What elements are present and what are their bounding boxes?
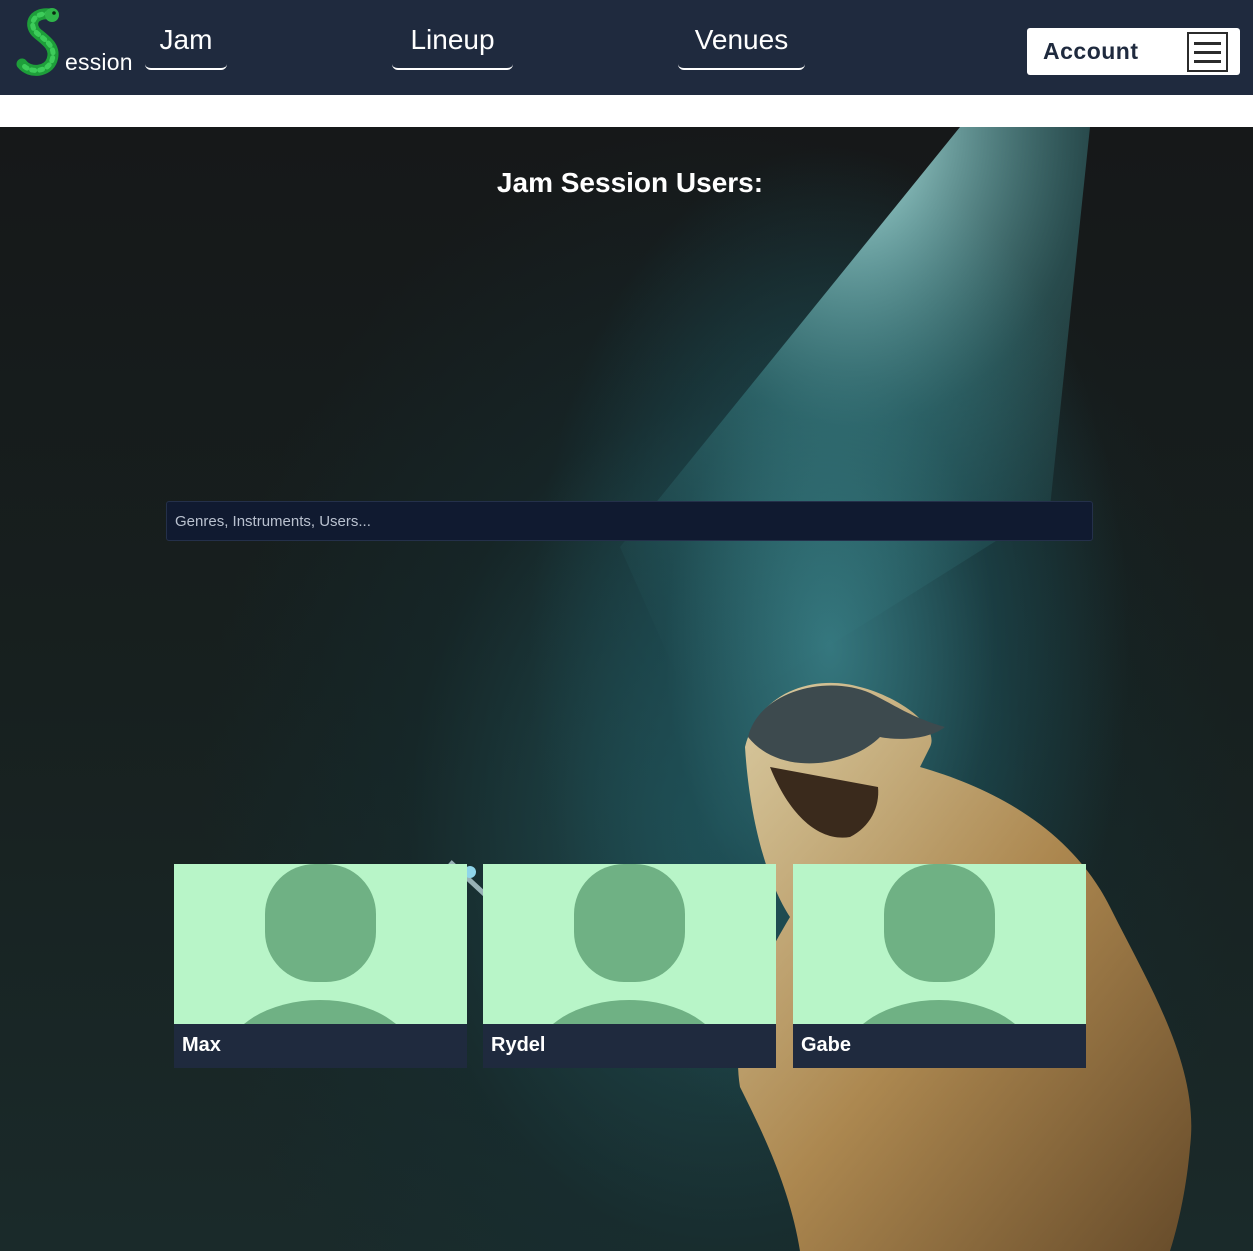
account-label[interactable]: Account: [1043, 38, 1139, 65]
user-name: Max: [182, 1034, 221, 1056]
default-avatar-icon: [483, 864, 776, 1024]
nav-link-lineup[interactable]: Lineup: [392, 22, 513, 70]
page-title: Jam Session Users:: [496, 167, 764, 198]
concert-guitarist-background-image: [448, 127, 1192, 1251]
user-card-rydel[interactable]: Rydel: [483, 864, 776, 1068]
hamburger-menu-icon[interactable]: [1187, 32, 1228, 72]
home-logo-link[interactable]: ession: [14, 6, 136, 78]
user-card-max[interactable]: Max: [174, 864, 467, 1068]
users-hero-section: Jam Session Users: Max Rydel Gabe: [0, 127, 1253, 1251]
search-input[interactable]: [166, 501, 1093, 541]
account-dropdown[interactable]: Account: [1027, 28, 1240, 75]
brand-wordmark: ession: [65, 49, 133, 75]
default-avatar-icon: [174, 864, 467, 1024]
nav-link-venues[interactable]: Venues: [678, 22, 805, 70]
user-card-gabe[interactable]: Gabe: [793, 864, 1086, 1068]
worm-logo-icon: [16, 8, 59, 76]
user-name: Rydel: [491, 1034, 546, 1056]
default-avatar-icon: [793, 864, 1086, 1024]
nav-link-jam[interactable]: Jam: [145, 22, 227, 70]
top-navbar: ession Jam Lineup Venues Account: [0, 0, 1253, 95]
user-name: Gabe: [801, 1034, 852, 1056]
